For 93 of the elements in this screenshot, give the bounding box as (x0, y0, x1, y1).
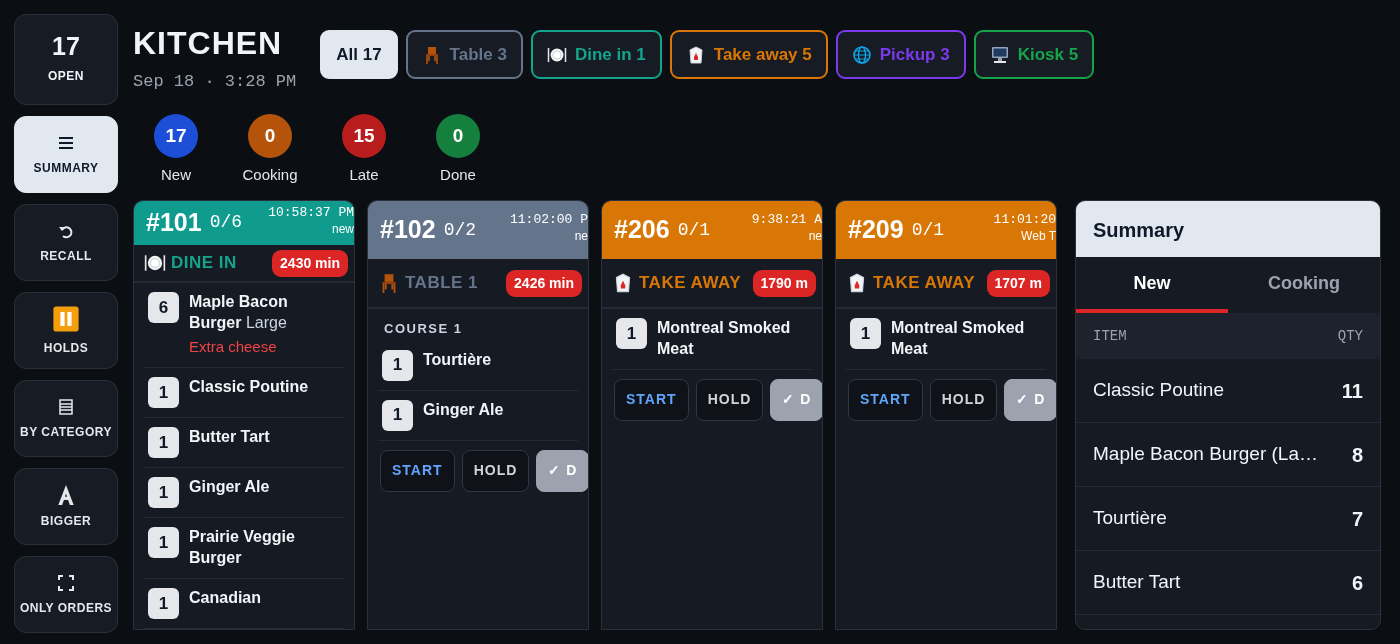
letter-a-icon (55, 483, 77, 506)
date-time: Sep 18 · 3:28 PM (133, 71, 297, 93)
order-number: #209 (848, 214, 904, 246)
order-type: TAKE AWAY (873, 272, 976, 295)
fullscreen-icon (56, 572, 76, 593)
summary-quantity: 8 (1351, 442, 1363, 468)
order-time: 9:38:21 A (751, 212, 822, 229)
elapsed-time: 2426 min (506, 269, 582, 297)
item-quantity: 1 (148, 527, 179, 559)
order-number: #102 (380, 214, 436, 246)
item-progress: 0/1 (911, 218, 945, 242)
sidebar-button[interactable]: SUMMARY (14, 116, 118, 193)
item-name: Canadian (189, 588, 261, 608)
item-progress: 0/2 (443, 218, 477, 242)
summary-item: Tourtière (1093, 506, 1167, 531)
summary-quantity: 6 (1351, 570, 1363, 596)
item-name: Classic Poutine (189, 377, 309, 398)
hold-button[interactable]: HOLD (695, 378, 764, 421)
item-name: Montreal Smoked Meat (657, 318, 792, 359)
item-name: Tourtière (423, 349, 492, 370)
page-title: KITCHEN (133, 27, 284, 59)
order-time: 11:01:20 (993, 212, 1056, 229)
order-time: 10:58:37 PM (268, 205, 354, 222)
open-count: 17 (52, 34, 80, 59)
elapsed-time: 2430 min (272, 249, 348, 277)
order-type: TAKE AWAY (639, 272, 742, 295)
sidebar-button[interactable]: BY CATEGORY (14, 380, 118, 457)
item-name: Ginger Ale (189, 477, 270, 498)
order-time: 11:02:00 P (510, 212, 588, 229)
item-name: Ginger Ale (423, 399, 504, 420)
item-quantity: 1 (148, 477, 179, 509)
filter-chip[interactable]: Kiosk 5 (973, 30, 1095, 79)
summary-item: Maple Bacon Burger (La… (1093, 442, 1318, 467)
item-quantity: 1 (382, 399, 413, 431)
order-number: #101 (146, 207, 202, 239)
item-quantity: 6 (148, 292, 179, 324)
order-source: ne (573, 228, 588, 244)
order-source: ne (807, 228, 822, 244)
item-quantity: 1 (148, 377, 179, 409)
summary-title: Summary (1076, 201, 1380, 257)
item-quantity: 1 (148, 588, 179, 619)
item-quantity: 1 (850, 318, 881, 349)
item-name: Montreal Smoked Meat (891, 318, 1026, 359)
sidebar-button[interactable]: HOLDS (14, 292, 118, 369)
elapsed-time: 1707 m (986, 269, 1050, 297)
monitor-icon (989, 44, 1010, 65)
sidebar-button[interactable]: BIGGER (14, 468, 118, 545)
column-header: ITEM (1093, 326, 1127, 346)
sidebar-button[interactable]: ONLY ORDERS (14, 556, 118, 633)
filter-chip[interactable]: Dine in 1 (530, 30, 662, 79)
item-name: Maple Bacon Burger Large (189, 292, 289, 334)
hold-button[interactable]: HOLD (461, 449, 530, 492)
course-heading: COURSE 1 (384, 320, 464, 338)
item-quantity: 1 (616, 318, 647, 349)
summary-tab[interactable]: Cooking (1228, 257, 1380, 313)
item-name: Butter Tart (189, 427, 270, 448)
summary-quantity: 7 (1351, 506, 1363, 532)
status-label: Late (349, 165, 379, 185)
summary-item: Butter Tart (1093, 570, 1181, 595)
item-name: Prairie Veggie Burger (189, 527, 296, 569)
column-header: QTY (1337, 326, 1363, 346)
start-button[interactable]: START (380, 449, 455, 492)
item-quantity: 1 (382, 349, 413, 381)
summary-quantity: 11 (1341, 378, 1363, 404)
order-source: new (331, 221, 354, 237)
summary-item: Classic Poutine (1093, 378, 1224, 403)
item-progress: 0/6 (209, 211, 243, 235)
filter-chip[interactable]: All 17 (320, 30, 398, 79)
item-note: Extra cheese (189, 336, 278, 357)
filter-chip[interactable]: Table 3 (405, 30, 523, 79)
hold-button[interactable]: HOLD (929, 378, 998, 421)
item-progress: 0/1 (677, 218, 711, 242)
globe-icon (851, 44, 872, 65)
filter-chip[interactable]: Take away 5 (669, 30, 828, 79)
order-number: #206 (614, 214, 670, 246)
open-label: OPEN (48, 68, 84, 85)
status-count: 0 (248, 114, 292, 158)
status-label: New (161, 165, 191, 185)
sidebar-button[interactable]: RECALL (14, 204, 118, 281)
status-count: 15 (342, 114, 386, 158)
start-button[interactable]: START (848, 378, 923, 421)
item-quantity: 1 (148, 427, 179, 459)
status-label: Done (440, 165, 476, 185)
list-icon (56, 396, 76, 417)
pause-icon (52, 304, 80, 333)
elapsed-time: 1790 m (752, 269, 816, 297)
status-count: 17 (154, 114, 198, 158)
order-type: TABLE 1 (405, 272, 479, 295)
status-count: 0 (436, 114, 480, 158)
start-button[interactable]: START (614, 378, 689, 421)
order-type: DINE IN (171, 252, 237, 275)
status-label: Cooking (242, 165, 298, 185)
order-source: Web T (1020, 228, 1056, 244)
